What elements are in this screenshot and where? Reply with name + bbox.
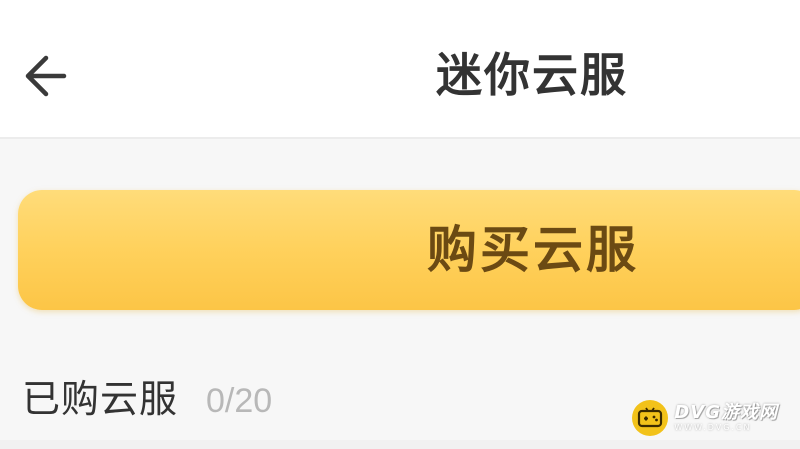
top-app-bar: 迷你云服 [0, 0, 800, 139]
gamepad-icon [632, 400, 669, 436]
watermark-logo: DVG游戏网 WWW.DVG.CN [632, 400, 778, 436]
watermark-url: WWW.DVG.CN [674, 423, 752, 432]
buy-cloud-server-button[interactable]: 购买云服 [18, 190, 800, 310]
watermark-brand: DVG游戏网 [674, 402, 778, 423]
purchased-section-header: 已购云服 0/20 [22, 368, 272, 424]
purchased-count: 0/20 [206, 382, 273, 420]
purchased-section-title: 已购云服 [22, 377, 179, 421]
page-title: 迷你云服 [436, 48, 628, 102]
watermark-text: DVG游戏网 WWW.DVG.CN [674, 404, 778, 432]
buy-button-label: 购买云服 [427, 222, 639, 278]
section-divider [0, 440, 800, 449]
